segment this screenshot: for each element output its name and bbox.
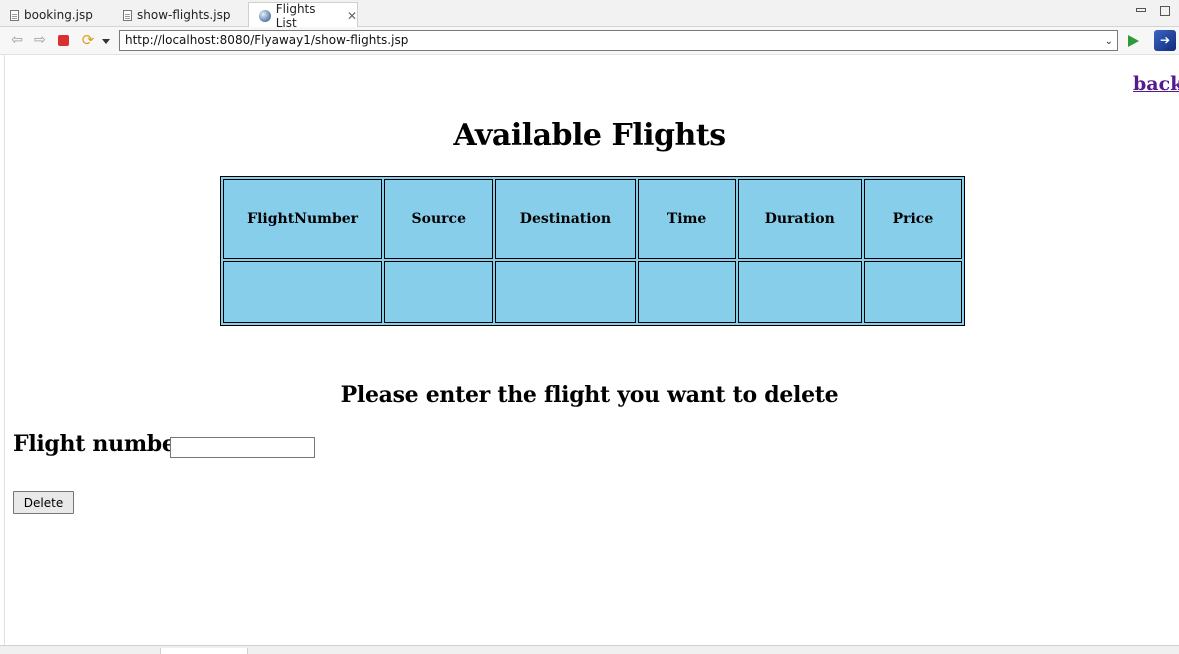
- editor-tab-bar: booking.jsp show-flights.jsp Flights Lis…: [0, 0, 1179, 30]
- tab-label: show-flights.jsp: [137, 8, 231, 22]
- column-header: FlightNumber: [223, 179, 383, 259]
- back-arrow-icon[interactable]: ⇦: [8, 31, 26, 49]
- flight-number-label: Flight number:: [13, 431, 195, 457]
- column-header: Time: [637, 179, 736, 259]
- forward-arrow-icon[interactable]: ⇨: [31, 31, 49, 49]
- chevron-down-icon[interactable]: ⌄: [1105, 35, 1113, 48]
- delete-heading: Please enter the flight you want to dele…: [340, 382, 839, 408]
- delete-button[interactable]: Delete: [13, 491, 74, 514]
- tab-booking-jsp[interactable]: booking.jsp: [0, 3, 112, 27]
- file-icon: [10, 9, 19, 21]
- file-icon: [123, 9, 132, 21]
- tab-label: booking.jsp: [24, 8, 93, 22]
- tab-show-flights-jsp[interactable]: show-flights.jsp: [113, 3, 248, 27]
- column-header: Source: [384, 179, 494, 259]
- table-cell: [223, 261, 383, 323]
- browser-toolbar: ⇦ ⇨ ⟳ http://localhost:8080/Flyaway1/sho…: [0, 27, 1179, 55]
- column-header: Price: [863, 179, 962, 259]
- external-browser-icon[interactable]: ➔: [1154, 30, 1176, 51]
- bottom-panel-tab[interactable]: [160, 648, 248, 654]
- table-header-row: FlightNumber Source Destination Time Dur…: [223, 179, 962, 259]
- chevron-down-icon[interactable]: [102, 39, 110, 44]
- tab-flights-list[interactable]: Flights List ✕: [248, 1, 358, 30]
- table-cell: [737, 261, 862, 323]
- url-text: http://localhost:8080/Flyaway1/show-flig…: [125, 33, 409, 47]
- table-cell: [637, 261, 736, 323]
- column-header: Duration: [737, 179, 862, 259]
- maximize-icon[interactable]: [1160, 6, 1170, 16]
- back-link[interactable]: back: [1133, 73, 1179, 95]
- flight-number-input[interactable]: [170, 437, 315, 458]
- flights-table: FlightNumber Source Destination Time Dur…: [220, 176, 965, 326]
- refresh-icon[interactable]: ⟳: [79, 31, 97, 49]
- url-input[interactable]: http://localhost:8080/Flyaway1/show-flig…: [119, 30, 1118, 51]
- table-row: [223, 261, 962, 323]
- table-cell: [863, 261, 962, 323]
- go-icon[interactable]: [1128, 35, 1139, 47]
- page-title: Available Flights: [453, 118, 726, 153]
- globe-icon: [259, 9, 271, 22]
- stop-icon[interactable]: [58, 35, 69, 46]
- table-cell: [384, 261, 494, 323]
- close-icon[interactable]: ✕: [347, 9, 357, 23]
- column-header: Destination: [495, 179, 636, 259]
- tab-label: Flights List: [275, 1, 316, 30]
- table-cell: [495, 261, 636, 323]
- minimize-icon[interactable]: [1136, 8, 1146, 12]
